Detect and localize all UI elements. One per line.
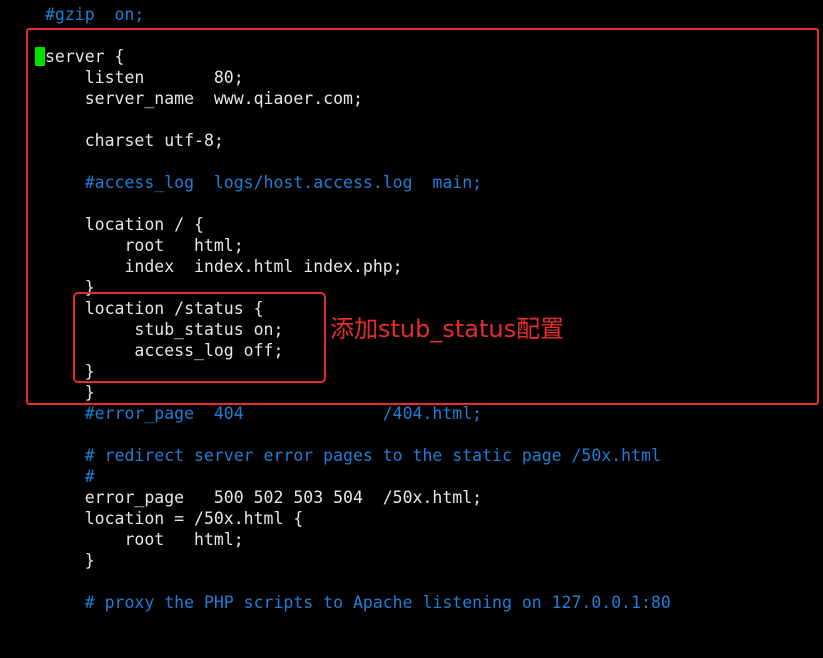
code-line-comment: # — [45, 467, 95, 486]
code-line-comment: #gzip on; — [45, 5, 145, 24]
code-line: error_page 500 502 503 504 /50x.html; — [45, 488, 483, 507]
code-line: } — [45, 551, 95, 570]
terminal-editor[interactable]: #gzip on; server { listen 80; server_nam… — [0, 0, 823, 658]
annotation-label: 添加stub_status配置 — [330, 315, 565, 343]
code-line: location = /50x.html { — [45, 509, 304, 528]
code-line: root html; — [45, 530, 244, 549]
code-line-comment: # redirect server error pages to the sta… — [45, 446, 661, 465]
status-location-highlight-box — [73, 292, 326, 383]
code-line-comment: # proxy the PHP scripts to Apache listen… — [45, 593, 671, 612]
code-line-comment: #error_page 404 /404.html; — [45, 404, 483, 423]
